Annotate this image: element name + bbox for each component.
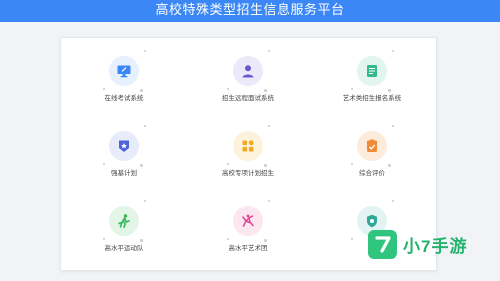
tile-art-troupe[interactable]: 高水平艺术团 <box>193 200 303 276</box>
document-icon <box>351 50 394 92</box>
person-icon <box>227 50 270 92</box>
tile-label: 高水平运动队 <box>104 245 144 252</box>
tile-online-exam[interactable]: 在线考试系统 <box>69 50 179 126</box>
badge-icon <box>103 125 146 167</box>
tile-label: 强基计划 <box>111 170 137 177</box>
clipboard-icon <box>351 125 394 167</box>
watermark-text: 小7手游 <box>403 236 468 256</box>
watermark-logo <box>368 229 397 259</box>
dancer-icon <box>227 200 270 242</box>
tile-remote-interview[interactable]: 招生远程面试系统 <box>193 50 303 126</box>
tile-label: 在线考试系统 <box>104 95 144 102</box>
grid-icon <box>227 125 270 167</box>
runner-icon <box>103 200 146 242</box>
top-header: 高校特殊类型招生信息服务平台 <box>0 0 500 22</box>
monitor-icon <box>103 50 146 92</box>
tile-strong-foundation[interactable]: 强基计划 <box>69 125 179 201</box>
tile-label: 高校专项计划招生 <box>222 170 274 177</box>
tile-sports-team[interactable]: 高水平运动队 <box>69 200 179 276</box>
tile-art-registration[interactable]: 艺术类招生报名系统 <box>317 50 427 126</box>
tile-label: 招生远程面试系统 <box>222 95 274 102</box>
tile-comprehensive-eval[interactable]: 综合评价 <box>317 125 427 201</box>
tile-label: 艺术类招生报名系统 <box>342 95 402 102</box>
tile-label: 综合评价 <box>359 170 385 177</box>
watermark: 小7手游 <box>368 224 500 264</box>
tile-label: 高水平艺术团 <box>228 245 268 252</box>
tile-special-plan[interactable]: 高校专项计划招生 <box>193 125 303 201</box>
page-title: 高校特殊类型招生信息服务平台 <box>155 1 345 17</box>
